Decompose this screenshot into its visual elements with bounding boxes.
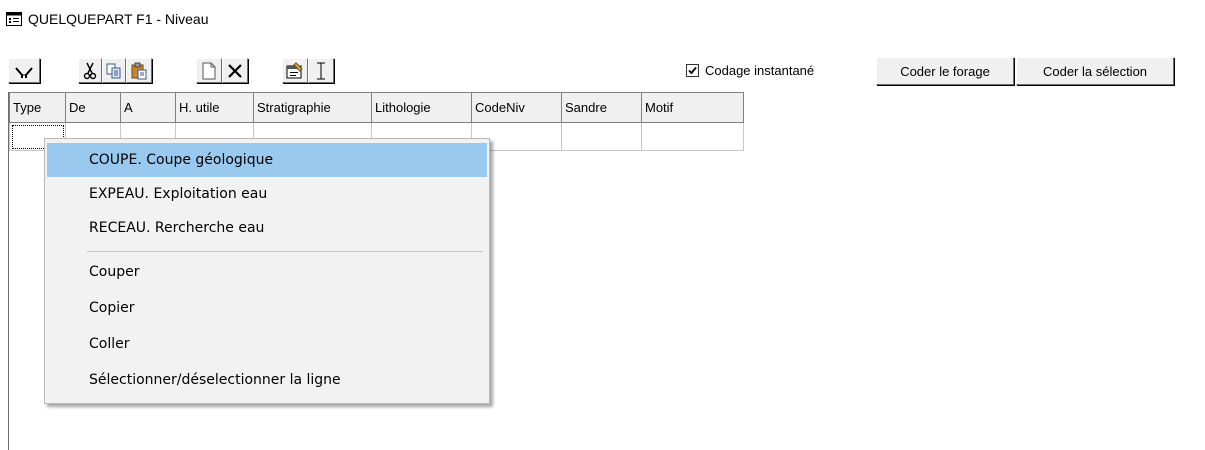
copy-button[interactable] [102, 58, 126, 83]
menu-item-select-line[interactable]: Sélectionner/déselectionner la ligne [47, 363, 487, 397]
column-header-stratigraphie[interactable]: Stratigraphie [253, 92, 372, 123]
menu-item-label: RECEAU. Rercherche eau [89, 220, 265, 236]
column-header-sandre[interactable]: Sandre [561, 92, 642, 123]
menu-separator [87, 251, 483, 252]
menu-item-label: Sélectionner/déselectionner la ligne [89, 372, 341, 388]
column-header-h-utile[interactable]: H. utile [175, 92, 254, 123]
form-window-icon [6, 11, 22, 27]
filter-icon [15, 63, 33, 79]
text-cursor-button[interactable] [308, 58, 334, 83]
window-titlebar: QUELQUEPART F1 - Niveau [6, 8, 209, 30]
window-title: QUELQUEPART F1 - Niveau [28, 11, 209, 27]
grid-cell-sandre[interactable] [561, 122, 642, 151]
cut-button[interactable] [78, 58, 102, 83]
menu-item-copier[interactable]: Copier [47, 291, 487, 325]
properties-icon [286, 61, 304, 80]
column-header-type[interactable]: Type [9, 92, 66, 123]
checkbox-label: Codage instantané [705, 63, 815, 78]
toolbar: Codage instantané Coder le forage Coder … [8, 52, 1198, 86]
checkbox-box[interactable] [686, 64, 699, 77]
delete-icon [227, 63, 243, 79]
column-header-motif[interactable]: Motif [641, 92, 744, 123]
menu-item-label: Couper [89, 264, 140, 280]
menu-item-label: Copier [89, 300, 135, 316]
text-cursor-icon [315, 62, 327, 80]
new-document-icon [201, 62, 217, 80]
coder-selection-button[interactable]: Coder la sélection [1016, 57, 1174, 85]
menu-item-label: COUPE. Coupe géologique [89, 152, 274, 168]
column-header-lithologie[interactable]: Lithologie [371, 92, 472, 123]
new-document-button[interactable] [196, 58, 222, 83]
paste-icon [130, 62, 148, 80]
properties-button[interactable] [282, 58, 308, 83]
grid-cell-motif[interactable] [641, 122, 744, 151]
grid-header-row: Type De A H. utile Stratigraphie Litholo… [9, 92, 744, 123]
menu-item-label: EXPEAU. Exploitation eau [89, 186, 268, 202]
codage-instantane-checkbox[interactable]: Codage instantané [686, 63, 814, 78]
menu-item-label: Coller [89, 336, 130, 352]
filter-button[interactable] [8, 58, 40, 83]
column-header-de[interactable]: De [65, 92, 121, 123]
menu-item-receau[interactable]: RECEAU. Rercherche eau [47, 211, 487, 245]
copy-icon [105, 62, 123, 80]
delete-button[interactable] [222, 58, 248, 83]
column-header-codeniv[interactable]: CodeNiv [471, 92, 562, 123]
context-menu: COUPE. Coupe géologique EXPEAU. Exploita… [44, 138, 490, 404]
paste-button[interactable] [126, 58, 152, 83]
column-header-a[interactable]: A [120, 92, 176, 123]
menu-item-expeau[interactable]: EXPEAU. Exploitation eau [47, 177, 487, 211]
checkmark-icon [688, 66, 697, 75]
menu-item-coller[interactable]: Coller [47, 327, 487, 361]
coder-forage-button[interactable]: Coder le forage [876, 57, 1014, 85]
cut-icon [82, 62, 98, 80]
menu-item-couper[interactable]: Couper [47, 255, 487, 289]
menu-item-coupe[interactable]: COUPE. Coupe géologique [47, 143, 487, 177]
